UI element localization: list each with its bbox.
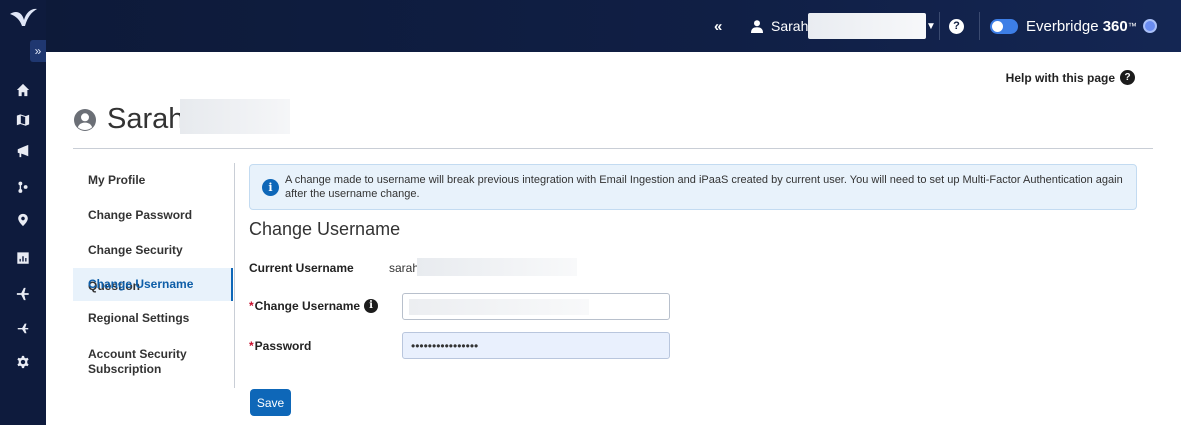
help-with-this-page-link[interactable]: Help with this page ? — [1006, 70, 1135, 85]
help-button[interactable]: ? — [949, 0, 964, 52]
section-title: Change Username — [249, 219, 401, 239]
required-marker: * — [249, 339, 254, 353]
megaphone-icon[interactable] — [13, 141, 33, 161]
divider — [234, 163, 235, 388]
divider — [979, 12, 980, 40]
divider — [939, 12, 940, 40]
redacted-user-lastname — [180, 99, 290, 134]
menu-item-account-security-subscription[interactable]: Account Security Subscription — [73, 336, 233, 382]
user-menu-name[interactable]: Sarah — [771, 0, 808, 52]
redacted-username — [417, 258, 577, 276]
chevron-down-icon[interactable]: ▼ — [926, 0, 936, 52]
menu-item-change-security-question[interactable]: Change Security Question — [73, 232, 233, 293]
save-button[interactable]: Save — [250, 389, 291, 416]
airplane-arrival-icon[interactable] — [13, 318, 33, 338]
info-circle-icon: i — [262, 179, 279, 196]
redacted-user-lastname — [808, 13, 926, 39]
double-chevron-left-icon: « — [714, 17, 723, 35]
user-display-name: Sarah — [107, 103, 185, 135]
double-chevron-right-icon: » — [34, 44, 42, 58]
redacted-input-value — [409, 299, 589, 315]
question-circle-icon: ? — [949, 18, 964, 34]
menu-item-my-profile[interactable]: My Profile — [73, 163, 233, 198]
current-username-label: Current Username — [249, 261, 354, 275]
divider — [73, 148, 1153, 149]
profile-side-menu: My Profile Change Password Change Securi… — [73, 163, 235, 388]
required-marker: * — [249, 299, 254, 313]
toggle-switch-icon — [990, 18, 1018, 34]
everbridge-logo-icon[interactable] — [8, 6, 38, 30]
plane-icon[interactable] — [13, 284, 33, 304]
home-icon[interactable] — [13, 80, 33, 100]
info-icon[interactable]: i — [364, 299, 379, 313]
info-message: A change made to username will break pre… — [285, 174, 1123, 200]
user-avatar-icon — [73, 108, 97, 132]
top-bar: « Sarah ▼ ? Everbridge 360 ™ — [46, 0, 1181, 52]
user-icon — [751, 0, 763, 52]
menu-item-regional-settings[interactable]: Regional Settings — [73, 301, 233, 336]
question-circle-icon: ? — [1120, 70, 1135, 85]
menu-item-change-username[interactable]: Change Username — [73, 268, 233, 301]
theme-toggle[interactable] — [990, 0, 1018, 52]
collapse-panel-button[interactable]: « — [714, 0, 722, 52]
expand-sidebar-button[interactable]: » — [30, 40, 46, 62]
product-switcher-icon[interactable] — [1143, 0, 1157, 52]
gear-icon[interactable] — [13, 352, 33, 372]
incident-icon[interactable] — [13, 177, 33, 197]
location-pin-icon[interactable] — [13, 210, 33, 230]
brand-name: Everbridge 360 ™ — [1026, 17, 1137, 35]
dashboard-icon[interactable] — [13, 248, 33, 268]
left-navigation: » — [0, 0, 46, 425]
menu-item-change-password[interactable]: Change Password — [73, 198, 233, 232]
page-title: Sarah — [73, 103, 184, 136]
password-input[interactable] — [402, 332, 670, 359]
info-banner: i A change made to username will break p… — [249, 164, 1137, 210]
map-icon[interactable] — [13, 110, 33, 130]
change-username-label: *Change Username i — [249, 299, 379, 313]
password-label: *Password — [249, 339, 312, 353]
